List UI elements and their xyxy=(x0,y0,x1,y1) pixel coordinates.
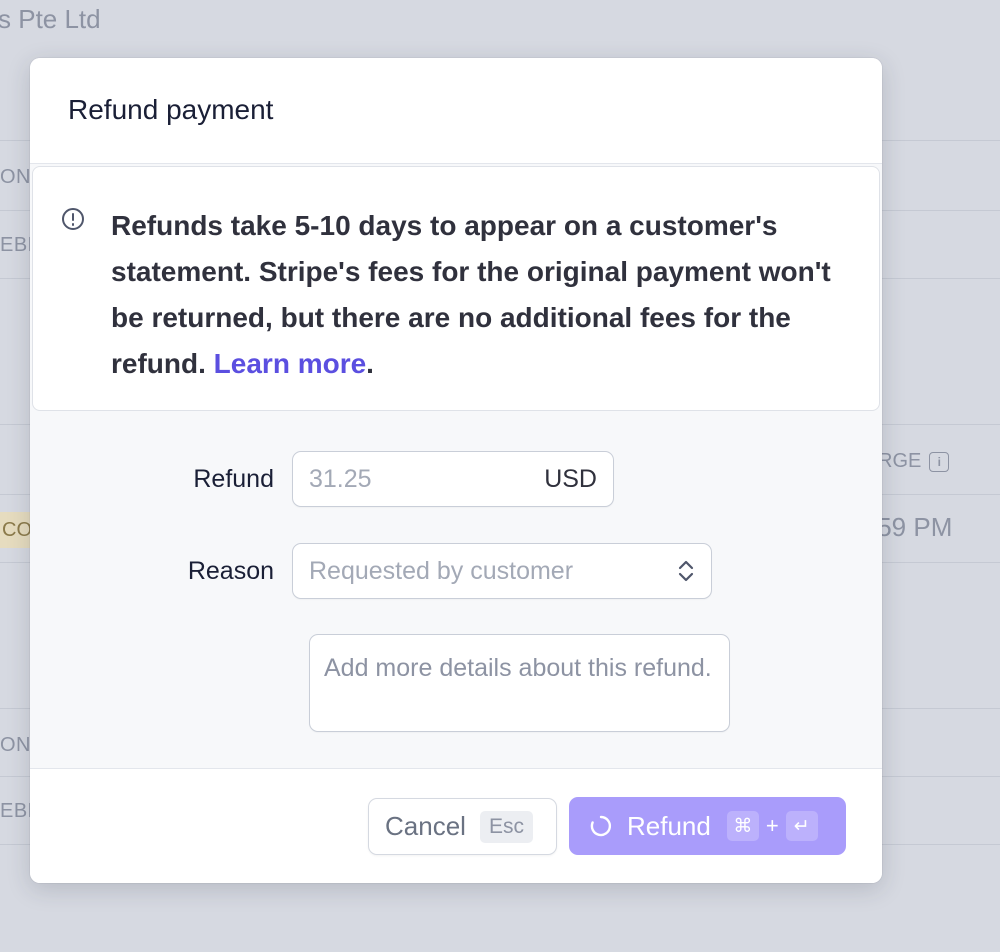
refund-notice: Refunds take 5-10 days to appear on a cu… xyxy=(32,166,880,411)
chevron-up-down-icon xyxy=(678,560,694,582)
refund-dialog: Refund payment Refunds take 5-10 days to… xyxy=(30,58,882,883)
enter-key-icon: ↵ xyxy=(785,811,818,841)
refund-details-textarea[interactable]: Add more details about this refund. xyxy=(309,634,730,732)
reason-value: Requested by customer xyxy=(309,556,574,585)
dialog-footer: Cancel Esc Refund ⌘ + ↵ xyxy=(30,768,882,883)
esc-shortcut: Esc xyxy=(479,810,533,843)
dialog-title: Refund payment xyxy=(68,94,274,125)
refund-button[interactable]: Refund ⌘ + ↵ xyxy=(569,797,846,855)
spinner-icon xyxy=(590,815,612,837)
reason-label: Reason xyxy=(187,556,274,585)
notice-period: . xyxy=(366,348,374,379)
info-icon: i xyxy=(929,451,950,472)
charge-label: RGE xyxy=(878,450,922,472)
refund-amount-input[interactable]: 31.25 USD xyxy=(292,451,614,507)
timestamp: :59 PM xyxy=(870,512,953,542)
company-name: s Pte Ltd xyxy=(0,4,101,34)
learn-more-link[interactable]: Learn more xyxy=(214,348,367,379)
amount-value: 31.25 xyxy=(309,464,372,493)
cancel-button[interactable]: Cancel Esc xyxy=(368,798,557,855)
reason-row: Reason Requested by customer xyxy=(30,543,712,599)
alert-circle-icon xyxy=(62,208,84,230)
table-header-cell: ON xyxy=(0,734,31,756)
refund-label: Refund xyxy=(193,464,274,493)
status-badge: COI xyxy=(0,512,34,548)
notice-message: Refunds take 5-10 days to appear on a cu… xyxy=(111,203,839,387)
table-header-cell: ON xyxy=(0,166,31,188)
dialog-header: Refund payment xyxy=(30,58,882,164)
shortcut-plus: + xyxy=(765,813,779,838)
cancel-label: Cancel xyxy=(385,811,466,841)
command-key-icon: ⌘ xyxy=(726,811,759,841)
currency-label: USD xyxy=(544,464,597,493)
reason-select[interactable]: Requested by customer xyxy=(292,543,712,599)
details-placeholder: Add more details about this refund. xyxy=(324,654,712,682)
charge-header: RGE i xyxy=(878,450,950,473)
refund-label: Refund xyxy=(627,810,711,841)
refund-amount-row: Refund 31.25 USD xyxy=(30,451,614,507)
